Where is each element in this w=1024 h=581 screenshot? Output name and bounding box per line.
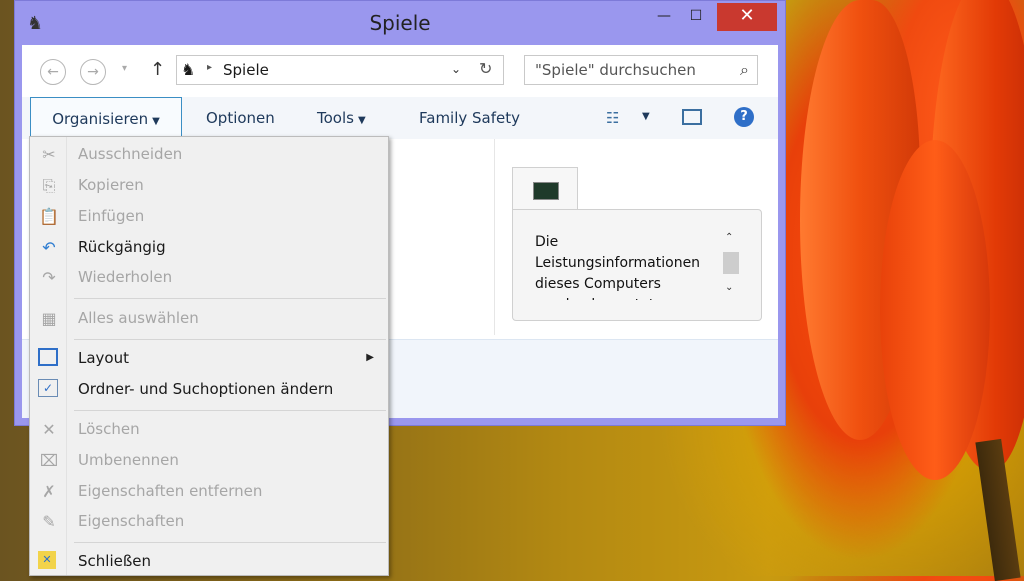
search-input[interactable]: "Spiele" durchsuchen ⌕ xyxy=(524,55,758,85)
wallpaper-tulip-stem xyxy=(975,438,1021,581)
tools-menu-button[interactable]: Tools ▼ xyxy=(317,97,366,139)
scroll-down-arrow-icon[interactable]: ⌄ xyxy=(725,282,733,293)
tools-label: Tools xyxy=(317,109,354,127)
tile-scrollbar[interactable]: ⌃ ⌄ xyxy=(719,232,741,298)
options-button[interactable]: Optionen xyxy=(206,97,275,139)
organize-menu-button[interactable]: Organisieren ▼ xyxy=(30,97,182,139)
rename-icon: ⌧ xyxy=(39,451,59,470)
performance-info-text: Die Leistungsinformationen dieses Comput… xyxy=(535,234,701,300)
menu-item-label: Umbenennen xyxy=(78,451,179,469)
menu-item-close[interactable]: ✕ Schließen xyxy=(30,547,388,577)
address-dropdown-chevron-down-icon[interactable]: ⌄ xyxy=(451,62,461,76)
menu-item-folder-options[interactable]: ✓ Ordner- und Suchoptionen ändern xyxy=(30,375,388,405)
menu-item-label: Eigenschaften xyxy=(78,512,185,530)
scissors-icon: ✂ xyxy=(42,145,56,164)
options-label: Optionen xyxy=(206,109,275,127)
preview-pane-icon[interactable] xyxy=(682,109,702,125)
menu-item-redo[interactable]: ↷ Wiederholen xyxy=(30,263,388,293)
menu-item-layout[interactable]: Layout ▶ xyxy=(30,344,388,374)
folder-options-icon: ✓ xyxy=(38,379,58,397)
back-button[interactable]: ← xyxy=(40,59,66,85)
family-safety-label: Family Safety xyxy=(419,109,521,127)
menu-item-delete[interactable]: ✕ Löschen xyxy=(30,415,388,445)
up-arrow-icon[interactable]: ↑ xyxy=(150,59,165,80)
scroll-up-arrow-icon[interactable]: ⌃ xyxy=(725,232,733,243)
close-window-icon: ✕ xyxy=(38,551,56,569)
menu-item-label: Alles auswählen xyxy=(78,309,199,327)
performance-monitor-icon xyxy=(533,182,559,200)
menu-item-undo[interactable]: ↶ Rückgängig xyxy=(30,233,388,263)
menu-separator xyxy=(74,298,386,299)
menu-item-label: Einfügen xyxy=(78,207,145,225)
menu-item-remove-properties[interactable]: ✗ Eigenschaften entfernen xyxy=(30,477,388,507)
refresh-icon[interactable]: ↻ xyxy=(479,59,492,78)
redo-icon: ↷ xyxy=(42,268,56,287)
menu-item-label: Schließen xyxy=(78,552,152,570)
search-icon[interactable]: ⌕ xyxy=(740,60,749,80)
performance-info-tile: Die Leistungsinformationen dieses Comput… xyxy=(512,209,762,321)
undo-icon: ↶ xyxy=(42,238,56,257)
wallpaper-tulip-petal xyxy=(880,140,990,480)
pane-divider xyxy=(494,139,495,335)
games-folder-icon: ♞ xyxy=(181,60,196,79)
change-view-icon[interactable]: ☷ xyxy=(606,109,619,127)
close-button[interactable]: ✕ xyxy=(717,3,777,31)
menu-item-copy[interactable]: ⎘ Kopieren xyxy=(30,171,388,201)
help-icon[interactable]: ? xyxy=(734,107,754,127)
navigation-bar: ← → ▾ ↑ ♞ ▸ Spiele ⌄ ↻ "Spiele" durchsuc… xyxy=(22,45,778,97)
menu-item-paste[interactable]: 📋 Einfügen xyxy=(30,202,388,232)
family-safety-button[interactable]: Family Safety xyxy=(419,97,520,139)
command-bar: Organisieren ▼ Optionen Tools ▼ Family Saf… xyxy=(22,97,778,139)
menu-item-properties[interactable]: ✎ Eigenschaften xyxy=(30,507,388,537)
menu-item-label: Rückgängig xyxy=(78,238,166,256)
menu-item-label: Ausschneiden xyxy=(78,145,183,163)
menu-item-select-all[interactable]: ▦ Alles auswählen xyxy=(30,304,388,334)
properties-icon: ✎ xyxy=(42,512,56,531)
menu-separator xyxy=(74,339,386,340)
menu-item-rename[interactable]: ⌧ Umbenennen xyxy=(30,446,388,476)
remove-properties-icon: ✗ xyxy=(42,482,56,501)
maximize-button[interactable]: ☐ xyxy=(681,3,711,31)
search-placeholder: "Spiele" durchsuchen xyxy=(535,61,696,79)
select-all-icon: ▦ xyxy=(41,309,57,328)
view-options-caret-down-icon[interactable]: ▼ xyxy=(642,111,650,122)
caret-down-icon: ▼ xyxy=(152,116,160,127)
copy-icon: ⎘ xyxy=(42,176,56,195)
menu-item-label: Kopieren xyxy=(78,176,144,194)
menu-item-label: Wiederholen xyxy=(78,268,173,286)
caret-down-icon: ▼ xyxy=(357,115,366,126)
menu-item-label: Layout xyxy=(78,349,129,367)
menu-item-label: Löschen xyxy=(78,420,140,438)
delete-icon: ✕ xyxy=(42,420,56,439)
menu-item-label: Ordner- und Suchoptionen ändern xyxy=(78,380,334,398)
layout-icon xyxy=(38,348,58,366)
title-bar[interactable]: ♞ Spiele — ☐ ✕ xyxy=(15,1,785,45)
scrollbar-thumb[interactable] xyxy=(723,252,739,274)
submenu-arrow-icon: ▶ xyxy=(366,352,374,363)
menu-item-label: Eigenschaften entfernen xyxy=(78,482,263,500)
clipboard-icon: 📋 xyxy=(39,207,59,226)
address-bar[interactable]: ♞ ▸ Spiele ⌄ ↻ xyxy=(176,55,504,85)
menu-separator xyxy=(74,410,386,411)
forward-button[interactable]: → xyxy=(80,59,106,85)
organize-label: Organisieren xyxy=(52,110,149,128)
minimize-button[interactable]: — xyxy=(649,3,679,31)
performance-tile-tab[interactable] xyxy=(512,167,578,209)
organize-dropdown-menu: ✂ Ausschneiden ⎘ Kopieren 📋 Einfügen ↶ R… xyxy=(29,136,389,576)
breadcrumb-chevron-icon[interactable]: ▸ xyxy=(207,62,212,73)
recent-locations-chevron-down-icon[interactable]: ▾ xyxy=(122,63,127,74)
breadcrumb-spiele[interactable]: Spiele xyxy=(223,61,269,79)
menu-item-cut[interactable]: ✂ Ausschneiden xyxy=(30,140,388,170)
menu-separator xyxy=(74,542,386,543)
